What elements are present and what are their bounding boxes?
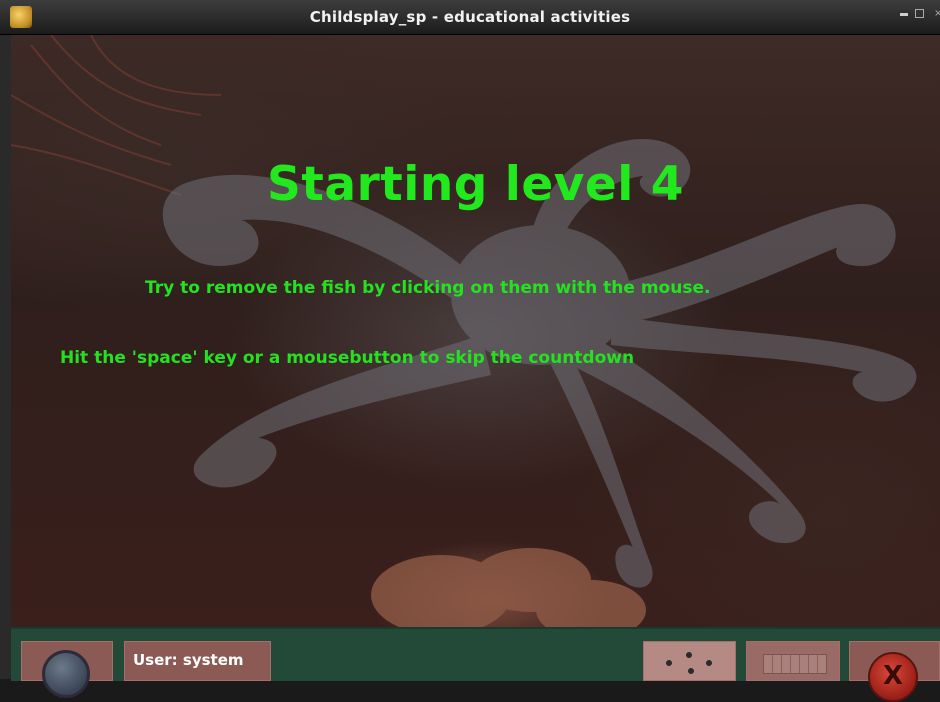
maximize-button[interactable]: [915, 9, 924, 18]
user-label: User: system: [124, 641, 271, 681]
minimize-button[interactable]: [900, 13, 908, 16]
bottom-toolbar: User: system X: [11, 627, 940, 702]
window-title: Childsplay_sp - educational activities: [309, 8, 631, 26]
dice-button[interactable]: [643, 641, 736, 681]
close-button[interactable]: ×: [934, 8, 940, 18]
level-title: Starting level 4: [267, 157, 684, 212]
quit-button[interactable]: X: [849, 641, 940, 702]
help-icon: [42, 650, 90, 698]
keyboard-icon: [763, 654, 827, 674]
keyboard-button[interactable]: [746, 641, 840, 681]
skip-hint-text: Hit the 'space' key or a mousebutton to …: [60, 348, 635, 368]
window-frame-left: [0, 35, 11, 679]
octopus-background-image: [11, 35, 917, 627]
instruction-text: Try to remove the fish by clicking on th…: [145, 278, 711, 298]
window-titlebar[interactable]: Childsplay_sp - educational activities ×: [0, 0, 940, 35]
help-button[interactable]: [21, 641, 113, 698]
game-scene[interactable]: Starting level 4 Try to remove the fish …: [11, 35, 940, 627]
quit-icon: X: [868, 652, 918, 702]
